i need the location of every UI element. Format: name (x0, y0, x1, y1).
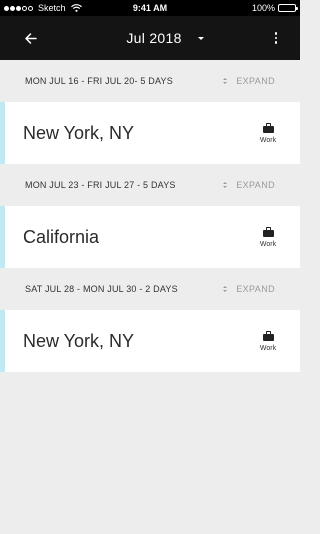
wifi-icon (70, 4, 82, 12)
month-selector[interactable]: Jul 2018 (96, 30, 204, 46)
trip-row[interactable]: New York, NY Work (0, 102, 300, 164)
unfold-icon (223, 78, 228, 84)
caret-down-icon (197, 36, 204, 40)
trip-row[interactable]: New York, NY Work (0, 310, 300, 372)
week-header: MON JUL 16 - FRI JUL 20- 5 DAYS EXPAND (0, 60, 300, 102)
expand-label: EXPAND (236, 284, 275, 294)
briefcase-icon (262, 227, 274, 237)
status-bar: Sketch 9:41 AM 100% (0, 0, 300, 16)
battery-percent: 100% (251, 3, 275, 13)
week-range-label: SAT JUL 28 - MON JUL 30 - 2 DAYS (25, 284, 178, 294)
screen: Sketch 9:41 AM 100% Jul 2018 MON JUL 16 … (0, 0, 300, 534)
trip-type-label: Work (259, 241, 277, 248)
expand-button[interactable]: EXPAND (223, 180, 275, 190)
trip-location: New York, NY (23, 330, 135, 351)
app-bar: Jul 2018 (0, 16, 300, 60)
trip-location: California (23, 226, 100, 247)
week-range-label: MON JUL 23 - FRI JUL 27 - 5 DAYS (25, 180, 176, 190)
status-left: Sketch (4, 3, 114, 13)
more-vert-icon (274, 32, 278, 35)
trip-type: Work (257, 226, 279, 248)
briefcase-icon (262, 331, 274, 341)
signal-icon (4, 5, 33, 11)
trip-type-label: Work (259, 137, 277, 144)
unfold-icon (223, 286, 228, 292)
briefcase-icon (262, 123, 274, 133)
more-menu-button[interactable] (270, 29, 282, 47)
status-right: 100% (186, 3, 298, 13)
trip-type: Work (257, 330, 279, 352)
trip-location: New York, NY (23, 122, 135, 143)
page-title: Jul 2018 (126, 30, 182, 46)
battery-icon (278, 4, 298, 12)
expand-button[interactable]: EXPAND (223, 76, 275, 86)
week-range-label: MON JUL 16 - FRI JUL 20- 5 DAYS (25, 76, 173, 86)
expand-label: EXPAND (236, 76, 275, 86)
expand-button[interactable]: EXPAND (223, 284, 275, 294)
trip-type-label: Work (259, 345, 277, 352)
status-time: 9:41 AM (132, 3, 168, 13)
trip-type: Work (257, 122, 279, 144)
carrier-name: Sketch (38, 3, 66, 13)
title-wrap: Jul 2018 (0, 16, 300, 60)
week-header: SAT JUL 28 - MON JUL 30 - 2 DAYS EXPAND (0, 268, 300, 310)
expand-label: EXPAND (236, 180, 275, 190)
unfold-icon (223, 182, 228, 188)
week-header: MON JUL 23 - FRI JUL 27 - 5 DAYS EXPAND (0, 164, 300, 206)
trip-list: MON JUL 16 - FRI JUL 20- 5 DAYS EXPAND N… (0, 60, 300, 372)
trip-row[interactable]: California Work (0, 206, 300, 268)
